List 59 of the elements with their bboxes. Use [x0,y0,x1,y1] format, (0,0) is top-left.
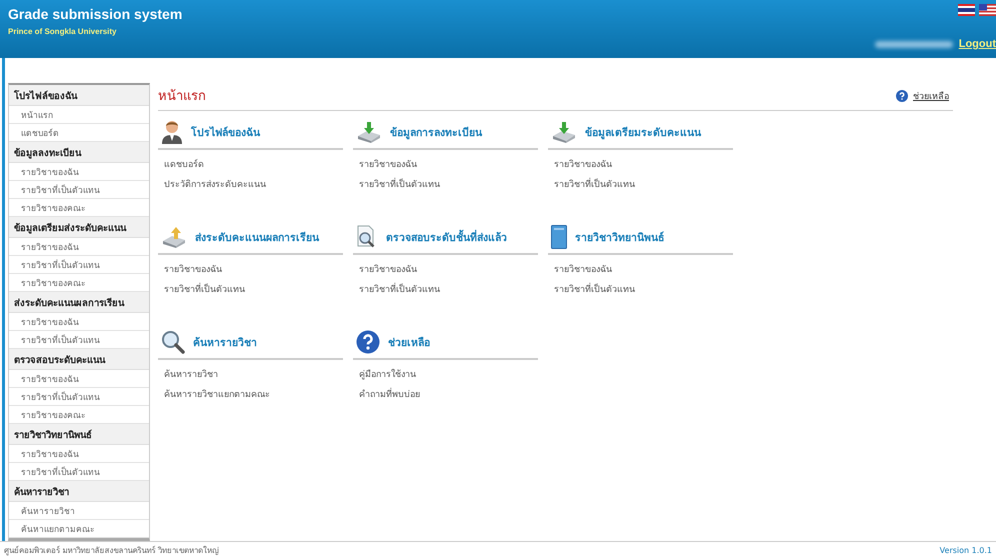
section-link[interactable]: คำถามที่พบบ่อย [353,384,538,404]
sidebar-heading: ค้นหารายวิชา [9,481,149,502]
sidebar-heading: ส่งระดับคะแนนผลการเรียน [9,292,149,314]
sidebar-heading: รายวิชาวิทยานิพนธ์ [9,424,149,446]
section-link[interactable]: รายวิชาที่เป็นตัวแทน [353,279,538,300]
disk-upload-icon[interactable] [161,226,187,248]
university-name: Prince of Songkla University [8,27,118,36]
disk-download-icon[interactable] [356,121,382,144]
sidebar-item[interactable]: รายวิชาที่เป็นตัวแทน [9,181,149,200]
sidebar-item[interactable]: รายวิชาของฉัน [9,313,149,332]
sidebar-heading: ข้อมูลลงทะเบียน [9,142,149,164]
sidebar-item[interactable]: รายวิชาที่เป็นตัวแทน [9,388,149,406]
section-link[interactable]: คู่มือการใช้งาน [353,364,538,384]
sidebar-heading: ข้อมูลเตรียมส่งระดับคะแนน [9,217,149,238]
sidebar-item[interactable]: รายวิชาของฉัน [9,238,149,256]
section-link[interactable]: รายวิชาของฉัน [353,259,538,280]
sidebar-heading: ตรวจสอบระดับคะแนน [9,349,149,370]
section-title-link[interactable]: ตรวจสอบระดับชั้นที่ส่งแล้ว [386,228,507,246]
us-flag-icon[interactable] [979,4,996,16]
footer-text: ศูนย์คอมพิวเตอร์ มหาวิทยาลัยสงขลานครินทร์ วิทยาเขตหาดใหญ่ [4,544,220,558]
section-link[interactable]: ค้นหารายวิชา [158,364,343,384]
section-title-link[interactable]: ค้นหารายวิชา [193,334,257,351]
version-text: Version 1.0.1 [940,546,992,556]
section-link[interactable]: รายวิชาที่เป็นตัวแทน [158,279,343,300]
sidebar-heading: โปรไฟล์ของฉัน [9,85,149,106]
sidebar-item[interactable]: รายวิชาที่เป็นตัวแทน [9,256,149,274]
section-link[interactable]: รายวิชาของฉัน [353,154,538,174]
logout-link[interactable]: Logout [958,38,996,50]
section-title-link[interactable]: ข้อมูลการลงทะเบียน [390,124,482,141]
help-icon[interactable] [896,90,908,102]
section-title-link[interactable]: ข้อมูลเตรียมระดับคะแนน [585,124,701,141]
section-link[interactable]: รายวิชาของฉัน [548,154,733,174]
section-link[interactable]: รายวิชาที่เป็นตัวแทน [548,279,733,300]
section-link[interactable]: รายวิชาที่เป็นตัวแทน [548,174,733,194]
section-title-link[interactable]: ช่วยเหลือ [388,334,430,351]
section-link[interactable]: รายวิชาของฉัน [548,259,733,280]
help-icon[interactable] [356,330,380,354]
section-link[interactable]: แดชบอร์ด [158,154,343,174]
sidebar-item[interactable]: รายวิชาของฉัน [9,445,149,464]
section-link[interactable]: รายวิชาของฉัน [158,259,343,280]
section-title-link[interactable]: รายวิชาวิทยานิพนธ์ [575,228,664,246]
sidebar-item[interactable]: ค้นหารายวิชา [9,502,149,520]
disk-download-icon[interactable] [551,121,577,144]
book-icon[interactable] [551,225,567,250]
section-link[interactable]: ประวัติการส่งระดับคะแนน [158,174,343,194]
sidebar-item[interactable]: รายวิชาของฉัน [9,370,149,388]
section-title-link[interactable]: โปรไฟล์ของฉัน [191,124,260,141]
section-link[interactable]: ค้นหารายวิชาแยกตามคณะ [158,384,343,404]
section-title-link[interactable]: ส่งระดับคะแนนผลการเรียน [195,228,319,246]
search-icon[interactable] [161,330,185,354]
section-link[interactable]: รายวิชาที่เป็นตัวแทน [353,174,538,194]
thai-flag-icon[interactable] [958,4,975,16]
sidebar-item[interactable]: ค้นหาแยกตามคณะ [9,520,149,538]
person-icon[interactable] [161,120,183,144]
sidebar-item[interactable]: หน้าแรก [9,106,149,124]
app-title: Grade submission system [8,6,182,22]
sidebar-item[interactable]: รายวิชาของฉัน [9,163,149,182]
help-link[interactable]: ช่วยเหลือ [913,88,949,103]
page-title: หน้าแรก [158,88,206,106]
